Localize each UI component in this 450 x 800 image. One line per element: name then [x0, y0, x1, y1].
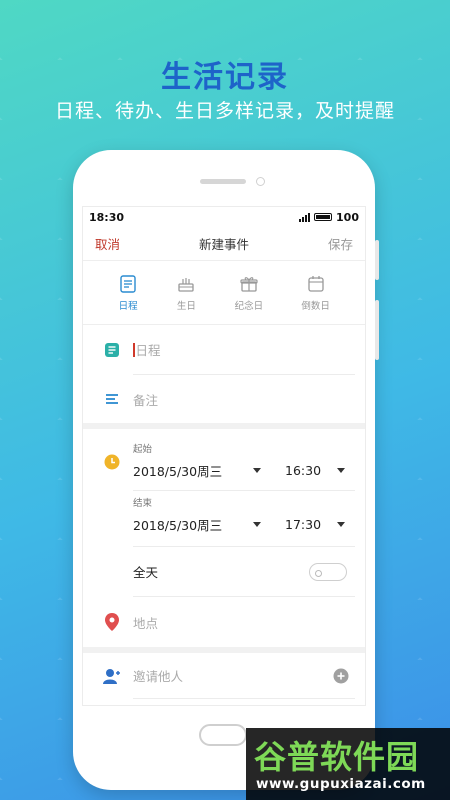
note-input[interactable]: 备注: [133, 390, 158, 409]
end-label: 结束: [133, 498, 153, 509]
invite-row[interactable]: 邀请他人: [83, 653, 365, 699]
start-date-select[interactable]: 2018/5/30周三: [133, 461, 253, 480]
clock-icon: [103, 453, 121, 471]
note-list-icon: [103, 341, 121, 359]
event-type-tabs: 日程 生日 纪念日 倒数日: [83, 261, 365, 325]
location-input[interactable]: 地点: [133, 613, 158, 632]
tab-label: 日程: [118, 300, 138, 312]
cancel-button[interactable]: 取消: [95, 234, 120, 253]
tab-anniversary[interactable]: 纪念日: [234, 274, 264, 312]
page-title: 新建事件: [198, 237, 249, 252]
tab-label: 纪念日: [234, 300, 264, 312]
end-time-select[interactable]: 17:30: [285, 517, 337, 532]
tab-label: 生日: [176, 300, 196, 312]
battery-icon: [314, 213, 333, 221]
battery-level: 100: [336, 210, 359, 224]
add-circle-icon[interactable]: [333, 668, 349, 684]
allday-toggle[interactable]: [309, 563, 347, 581]
title-input[interactable]: 日程: [136, 340, 161, 359]
cake-icon: [178, 277, 194, 292]
chevron-down-icon[interactable]: [253, 522, 261, 527]
tab-schedule[interactable]: 日程: [118, 274, 138, 312]
tab-countdown[interactable]: 倒数日: [301, 274, 330, 312]
menu-lines-icon: [103, 390, 121, 408]
add-person-icon: [103, 667, 121, 685]
chevron-down-icon[interactable]: [337, 468, 345, 473]
text-cursor: [133, 342, 135, 357]
save-button[interactable]: 保存: [328, 234, 353, 253]
nav-bar: 取消 新建事件 保存: [83, 227, 365, 261]
chevron-down-icon[interactable]: [253, 468, 261, 473]
watermark-text: 谷普软件园: [254, 738, 420, 776]
hero-title: 生活记录: [161, 60, 289, 95]
start-row: 起始 2018/5/30周三 16:30: [83, 429, 365, 491]
invite-input[interactable]: 邀请他人: [133, 666, 183, 685]
calendar-icon: [307, 275, 324, 292]
phone-frame: 18:30 100 取消 新建事件 保存 日程 生日 纪念日 倒数日 日程 备注…: [73, 150, 379, 790]
hero-subtitle: 日程、待办、生日多样记录，及时提醒: [54, 100, 395, 122]
end-row: 结束 2018/5/30周三 17:30: [83, 491, 365, 547]
volume-key: [375, 240, 379, 280]
end-date-select[interactable]: 2018/5/30周三: [133, 515, 253, 534]
location-pin-icon: [103, 613, 121, 631]
phone-camera: [256, 177, 265, 186]
signal-icon: [299, 212, 311, 222]
tab-label: 倒数日: [301, 300, 330, 312]
status-time: 18:30: [89, 210, 125, 224]
watermark-logo: 谷普软件园 www.gupuxiazai.com: [246, 728, 450, 800]
location-row[interactable]: 地点: [83, 597, 365, 647]
start-label: 起始: [133, 444, 153, 455]
home-button[interactable]: [199, 724, 247, 746]
status-bar: 18:30 100: [83, 207, 365, 227]
note-row[interactable]: 备注: [83, 375, 365, 423]
chevron-down-icon[interactable]: [337, 522, 345, 527]
schedule-icon: [120, 274, 136, 293]
tab-birthday[interactable]: 生日: [176, 274, 196, 312]
allday-row: 全天: [83, 547, 365, 597]
title-row[interactable]: 日程: [83, 325, 365, 375]
gift-icon: [240, 276, 258, 292]
start-time-select[interactable]: 16:30: [285, 463, 337, 478]
app-screen: 18:30 100 取消 新建事件 保存 日程 生日 纪念日 倒数日 日程 备注…: [82, 206, 366, 706]
allday-label: 全天: [133, 565, 159, 580]
phone-speaker: [200, 179, 246, 184]
power-key: [375, 300, 379, 360]
watermark-url: www.gupuxiazai.com: [256, 776, 426, 792]
